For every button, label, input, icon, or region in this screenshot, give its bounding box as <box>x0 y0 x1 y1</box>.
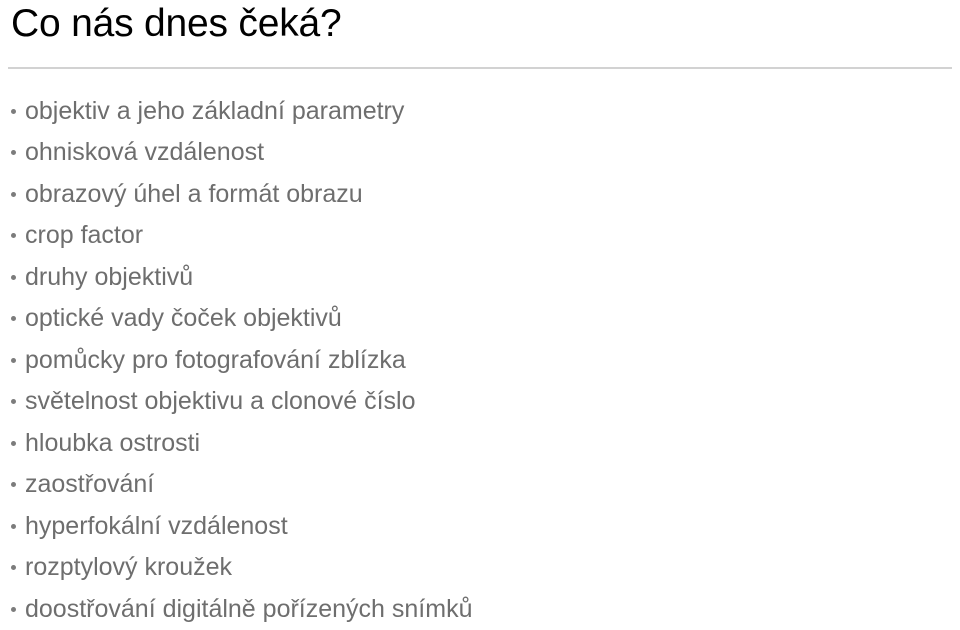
list-item-label: rozptylový kroužek <box>25 553 233 582</box>
list-item: zaostřování <box>0 464 960 506</box>
bullet-dot-icon <box>11 606 16 612</box>
page-title: Co nás dnes čeká? <box>11 2 342 45</box>
bullet-dot-icon <box>11 233 16 239</box>
list-item: ohnisková vzdálenost <box>0 132 960 174</box>
bullet-dot-icon <box>11 357 16 363</box>
list-item: rozptylový kroužek <box>0 547 960 589</box>
list-item-label: zaostřování <box>25 470 155 499</box>
list-item: optické vady čoček objektivů <box>0 298 960 340</box>
bullet-dot-icon <box>11 150 16 156</box>
bullet-dot-icon <box>11 191 16 197</box>
bullet-dot-icon <box>11 523 16 529</box>
list-item: hyperfokální vzdálenost <box>0 505 960 547</box>
list-item: hloubka ostrosti <box>0 422 960 464</box>
list-item: druhy objektivů <box>0 256 960 298</box>
list-item-label: ohnisková vzdálenost <box>25 138 265 167</box>
list-item-label: obrazový úhel a formát obrazu <box>25 179 363 208</box>
list-item: pomůcky pro fotografování zblízka <box>0 339 960 381</box>
list-item-label: objektiv a jeho základní parametry <box>25 96 405 125</box>
bullet-dot-icon <box>11 565 16 571</box>
list-item-label: crop factor <box>25 221 144 250</box>
title-divider <box>8 67 952 69</box>
list-item-label: hloubka ostrosti <box>25 428 201 457</box>
list-item-label: hyperfokální vzdálenost <box>25 511 288 540</box>
list-item-label: optické vady čoček objektivů <box>25 304 342 333</box>
list-item: objektiv a jeho základní parametry <box>0 90 960 132</box>
list-item-label: světelnost objektivu a clonové číslo <box>25 387 416 416</box>
bullet-dot-icon <box>11 316 16 322</box>
bullet-dot-icon <box>11 440 16 446</box>
bullet-dot-icon <box>11 108 16 114</box>
slide-container: Co nás dnes čeká? objektiv a jeho základ… <box>0 0 960 625</box>
list-item: crop factor <box>0 215 960 257</box>
list-item: obrazový úhel a formát obrazu <box>0 173 960 215</box>
list-item-label: doostřování digitálně pořízených snímků <box>25 594 473 623</box>
list-item: doostřování digitálně pořízených snímků <box>0 588 960 630</box>
agenda-bullet-list: objektiv a jeho základní parametry ohnisk… <box>0 90 960 630</box>
list-item-label: pomůcky pro fotografování zblízka <box>25 345 406 374</box>
bullet-dot-icon <box>11 399 16 405</box>
bullet-dot-icon <box>11 482 16 488</box>
bullet-dot-icon <box>11 274 16 280</box>
list-item: světelnost objektivu a clonové číslo <box>0 381 960 423</box>
list-item-label: druhy objektivů <box>25 262 194 291</box>
